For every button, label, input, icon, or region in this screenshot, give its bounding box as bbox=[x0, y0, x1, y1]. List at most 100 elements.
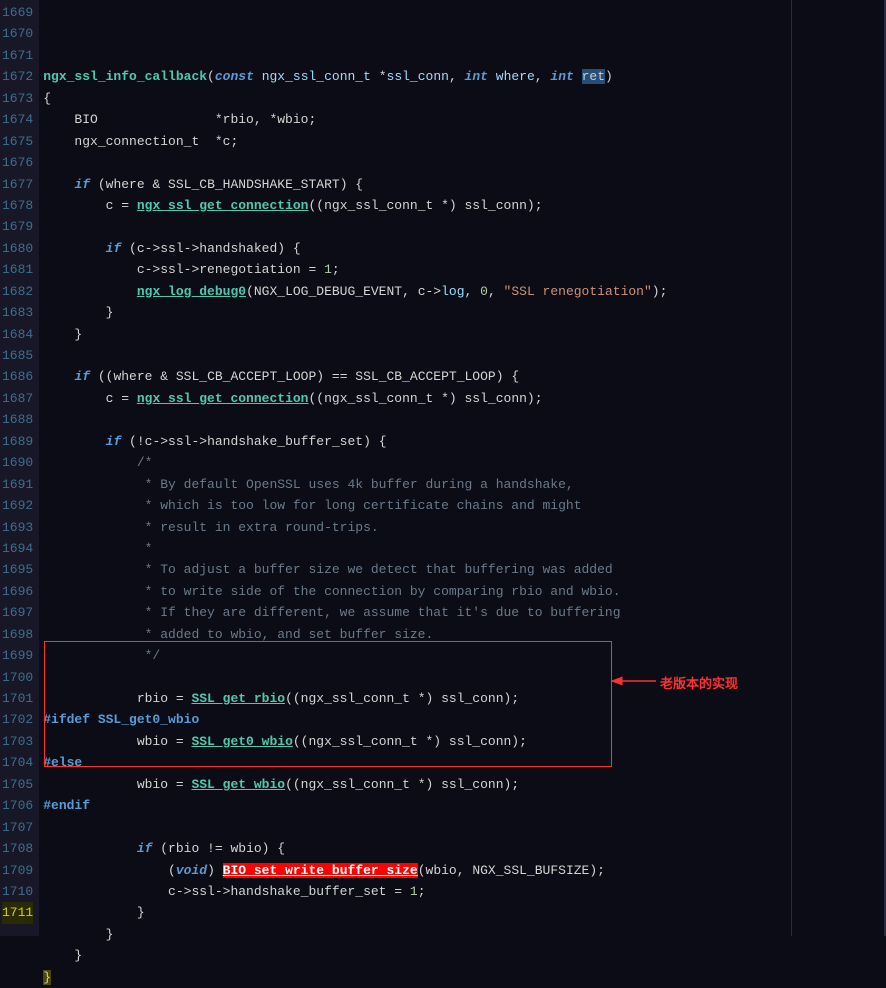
token-kw: int bbox=[465, 69, 488, 84]
line-number: 1695 bbox=[2, 559, 33, 580]
token-op: BIO *rbio, *wbio; bbox=[43, 112, 316, 127]
line-number: 1680 bbox=[2, 238, 33, 259]
code-line[interactable]: if (!c->ssl->handshake_buffer_set) { bbox=[43, 431, 884, 452]
code-line[interactable] bbox=[43, 409, 884, 430]
line-number: 1679 bbox=[2, 216, 33, 237]
line-number: 1686 bbox=[2, 366, 33, 387]
line-number: 1687 bbox=[2, 388, 33, 409]
code-line[interactable]: */ bbox=[43, 645, 884, 666]
code-line[interactable]: { bbox=[43, 88, 884, 109]
line-number: 1674 bbox=[2, 109, 33, 130]
code-line[interactable]: } bbox=[43, 324, 884, 345]
token-op: (rbio != wbio) { bbox=[152, 841, 285, 856]
code-line[interactable]: ngx_connection_t *c; bbox=[43, 131, 884, 152]
token-cmt: * bbox=[43, 541, 152, 556]
token-op: ); bbox=[652, 284, 668, 299]
token-op: wbio = bbox=[43, 777, 191, 792]
code-line[interactable]: rbio = SSL_get_rbio((ngx_ssl_conn_t *) s… bbox=[43, 688, 884, 709]
code-line[interactable]: #endif bbox=[43, 795, 884, 816]
column-ruler bbox=[791, 0, 792, 936]
code-line[interactable]: c->ssl->handshake_buffer_set = 1; bbox=[43, 881, 884, 902]
token-cmt: * result in extra round-trips. bbox=[43, 520, 378, 535]
code-line[interactable]: } bbox=[43, 902, 884, 923]
line-number: 1689 bbox=[2, 431, 33, 452]
token-op bbox=[574, 69, 582, 84]
token-op: ) bbox=[605, 69, 613, 84]
token-op: ) bbox=[207, 863, 223, 878]
line-number: 1673 bbox=[2, 88, 33, 109]
token-kw: if bbox=[137, 841, 153, 856]
token-op: ; bbox=[332, 262, 340, 277]
annotation-label: 老版本的实现 bbox=[660, 673, 738, 694]
code-line[interactable]: * which is too low for long certificate … bbox=[43, 495, 884, 516]
line-number: 1690 bbox=[2, 452, 33, 473]
token-kw: if bbox=[74, 177, 90, 192]
token-op: } bbox=[43, 305, 113, 320]
code-line[interactable]: } bbox=[43, 945, 884, 966]
token-op: ( bbox=[207, 69, 215, 84]
code-line[interactable]: * bbox=[43, 538, 884, 559]
code-line[interactable]: * By default OpenSSL uses 4k buffer duri… bbox=[43, 474, 884, 495]
token-op: ((ngx_ssl_conn_t *) ssl_conn); bbox=[308, 391, 542, 406]
token-op bbox=[488, 69, 496, 84]
code-line[interactable]: #ifdef SSL_get0_wbio bbox=[43, 709, 884, 730]
line-number: 1696 bbox=[2, 581, 33, 602]
code-area[interactable]: ngx_ssl_info_callback(const ngx_ssl_conn… bbox=[39, 0, 886, 936]
code-line[interactable]: * To adjust a buffer size we detect that… bbox=[43, 559, 884, 580]
code-line[interactable]: * result in extra round-trips. bbox=[43, 517, 884, 538]
token-op: (NGX_LOG_DEBUG_EVENT, c-> bbox=[246, 284, 441, 299]
token-op: ((ngx_ssl_conn_t *) ssl_conn); bbox=[308, 198, 542, 213]
line-number-gutter: 1669167016711672167316741675167616771678… bbox=[0, 0, 39, 936]
code-editor[interactable]: 1669167016711672167316741675167616771678… bbox=[0, 0, 886, 936]
code-line[interactable]: * added to wbio, and set buffer size. bbox=[43, 624, 884, 645]
code-line[interactable]: c = ngx_ssl_get_connection((ngx_ssl_conn… bbox=[43, 195, 884, 216]
code-line[interactable]: ngx_log_debug0(NGX_LOG_DEBUG_EVENT, c->l… bbox=[43, 281, 884, 302]
code-line[interactable] bbox=[43, 216, 884, 237]
line-number: 1698 bbox=[2, 624, 33, 645]
code-line[interactable]: wbio = SSL_get0_wbio((ngx_ssl_conn_t *) … bbox=[43, 731, 884, 752]
code-line[interactable]: c->ssl->renegotiation = 1; bbox=[43, 259, 884, 280]
token-num: 0 bbox=[480, 284, 488, 299]
code-line[interactable]: if ((where & SSL_CB_ACCEPT_LOOP) == SSL_… bbox=[43, 366, 884, 387]
token-cmt: * If they are different, we assume that … bbox=[43, 605, 620, 620]
code-line[interactable]: (void) BIO_set_write_buffer_size(wbio, N… bbox=[43, 860, 884, 881]
token-num: 1 bbox=[324, 262, 332, 277]
token-op: c = bbox=[43, 391, 137, 406]
token-id: ssl_conn bbox=[387, 69, 449, 84]
token-kw: const bbox=[215, 69, 254, 84]
token-cmt: * By default OpenSSL uses 4k buffer duri… bbox=[43, 477, 574, 492]
token-op: ((where & SSL_CB_ACCEPT_LOOP) == SSL_CB_… bbox=[90, 369, 519, 384]
code-line[interactable]: BIO *rbio, *wbio; bbox=[43, 109, 884, 130]
code-line[interactable]: } bbox=[43, 967, 884, 988]
code-line[interactable]: /* bbox=[43, 452, 884, 473]
code-line[interactable]: * to write side of the connection by com… bbox=[43, 581, 884, 602]
token-op bbox=[254, 69, 262, 84]
token-op: * bbox=[371, 69, 387, 84]
token-kw: int bbox=[550, 69, 573, 84]
token-op: c->ssl->renegotiation = bbox=[43, 262, 324, 277]
code-line[interactable] bbox=[43, 817, 884, 838]
token-cmt: * To adjust a buffer size we detect that… bbox=[43, 562, 613, 577]
line-number: 1703 bbox=[2, 731, 33, 752]
code-line[interactable]: } bbox=[43, 302, 884, 323]
code-line[interactable]: } bbox=[43, 924, 884, 945]
code-line[interactable]: wbio = SSL_get_wbio((ngx_ssl_conn_t *) s… bbox=[43, 774, 884, 795]
token-op bbox=[43, 177, 74, 192]
code-line[interactable] bbox=[43, 345, 884, 366]
line-number: 1709 bbox=[2, 860, 33, 881]
code-line[interactable]: if (rbio != wbio) { bbox=[43, 838, 884, 859]
code-line[interactable] bbox=[43, 152, 884, 173]
line-number: 1681 bbox=[2, 259, 33, 280]
code-line[interactable]: c = ngx_ssl_get_connection((ngx_ssl_conn… bbox=[43, 388, 884, 409]
token-prep: #endif bbox=[43, 798, 90, 813]
code-line[interactable]: * If they are different, we assume that … bbox=[43, 602, 884, 623]
code-line[interactable]: ngx_ssl_info_callback(const ngx_ssl_conn… bbox=[43, 66, 884, 87]
code-line[interactable]: if (c->ssl->handshaked) { bbox=[43, 238, 884, 259]
code-line[interactable] bbox=[43, 667, 884, 688]
token-fn-u: ngx_ssl_get_connection bbox=[137, 391, 309, 406]
line-number: 1708 bbox=[2, 838, 33, 859]
code-line[interactable]: #else bbox=[43, 752, 884, 773]
token-op: rbio = bbox=[43, 691, 191, 706]
token-cmt: */ bbox=[43, 648, 160, 663]
code-line[interactable]: if (where & SSL_CB_HANDSHAKE_START) { bbox=[43, 174, 884, 195]
